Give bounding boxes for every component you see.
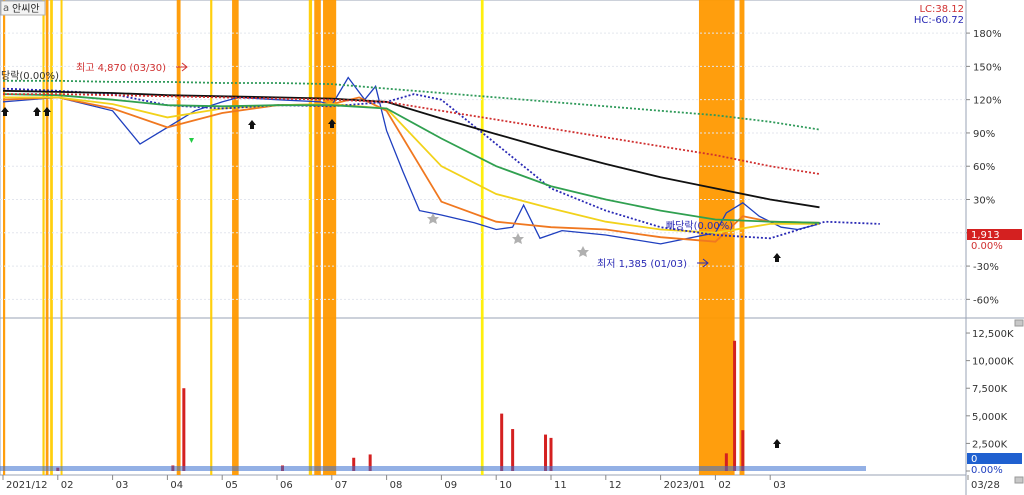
volume-bar[interactable]: [511, 429, 515, 471]
price-pane[interactable]: [2, 76, 880, 245]
series-ma-yellow[interactable]: [3, 96, 820, 234]
highlight-band: [480, 0, 484, 475]
highlight-band: [232, 0, 239, 475]
buy-arrow-icon: [1, 107, 9, 116]
x-tick-label: 04: [170, 480, 183, 491]
mid-annotation: 빠당락(0.00%): [666, 220, 733, 232]
x-tick-label: 09: [444, 480, 457, 491]
y-tick-label: 5,000K: [972, 412, 1008, 423]
stock-chart[interactable]: 2021/12 02 03 04 05 06 07 08 09 10 11 12 2023/01 02 03…: [0, 0, 1024, 495]
y-tick-label: 150%: [973, 62, 1002, 73]
buy-arrow-icon: [248, 120, 256, 129]
star-icon: [512, 233, 524, 244]
lc-readout: LC:38.12: [919, 4, 964, 15]
series-tab-prefix: a: [3, 3, 9, 14]
x-tick-label: 03/28: [971, 480, 1000, 491]
highlight-band: [176, 0, 181, 475]
y-tick-label: -30%: [973, 262, 999, 273]
x-axis: 2021/12 02 03 04 05 06 07 08 09 10 11 12 2023/01 02 03…: [2, 475, 1000, 491]
x-tick-label: 10: [499, 480, 512, 491]
series-tab-label[interactable]: 안씨안: [12, 3, 40, 15]
current-change: 0.00%: [971, 241, 1003, 252]
hc-readout: HC:-60.72: [914, 15, 964, 26]
x-tick-label: 06: [280, 480, 293, 491]
star-icon: [577, 246, 589, 257]
y-tick-label: 120%: [973, 96, 1002, 107]
series-ma-dotted-blue[interactable]: [2, 87, 880, 240]
volume-baseline: [0, 466, 866, 471]
x-tick-label: 07: [335, 480, 348, 491]
y-tick-label: 10,000K: [972, 357, 1014, 368]
y-tick-label: 180%: [973, 29, 1002, 40]
buy-arrow-icon: [773, 253, 781, 262]
volume-bar[interactable]: [182, 388, 186, 471]
y-tick-label: 30%: [973, 196, 995, 207]
current-price: 1,913: [971, 230, 1000, 241]
x-tick-label: 2023/01: [664, 480, 706, 491]
current-volume: 0: [971, 454, 977, 465]
signal-markers: [1, 107, 781, 448]
highlight-band: [314, 0, 321, 475]
y-tick-label: -60%: [973, 295, 999, 306]
volume-bar[interactable]: [741, 430, 745, 471]
y-tick-label: 7,500K: [972, 384, 1008, 395]
highlight-band: [308, 0, 313, 475]
series-price[interactable]: [2, 76, 820, 245]
x-tick-label: 2021/12: [6, 480, 48, 491]
highlight-band: [323, 0, 337, 475]
highlight-band: [210, 0, 213, 475]
x-tick-label: 11: [554, 480, 567, 491]
y-tick-label: 60%: [973, 162, 995, 173]
top-left-annotation: 당락(0.00%): [1, 70, 59, 82]
high-annotation: 최고 4,870 (03/30): [76, 62, 166, 74]
grid: [0, 32, 970, 472]
x-tick-label: 03: [773, 480, 786, 491]
x-tick-label: 02: [61, 480, 74, 491]
y-tick-label: 2,500K: [972, 439, 1008, 450]
x-tick-label: 02: [718, 480, 731, 491]
buy-arrow-icon: [773, 439, 781, 448]
volume-change: 0.00%: [971, 465, 1003, 476]
axis-resize-handle[interactable]: [1014, 476, 1024, 484]
x-tick-label: 08: [390, 480, 403, 491]
pane-resize-handle[interactable]: [1014, 319, 1024, 327]
volume-bar[interactable]: [544, 434, 548, 471]
y-tick-label: 90%: [973, 129, 995, 140]
buy-arrow-icon: [33, 107, 41, 116]
highlight-band: [60, 0, 63, 475]
x-tick-label: 03: [116, 480, 129, 491]
highlight-band: [698, 0, 735, 475]
green-marker-icon: [189, 138, 194, 143]
volume-pane[interactable]: [0, 340, 866, 471]
low-annotation: 최저 1,385 (01/03): [597, 258, 687, 270]
volume-bar[interactable]: [500, 413, 504, 471]
volume-bar[interactable]: [733, 340, 737, 471]
y-tick-label: 12,500K: [972, 329, 1014, 340]
x-tick-label: 12: [609, 480, 622, 491]
x-tick-label: 05: [225, 480, 238, 491]
